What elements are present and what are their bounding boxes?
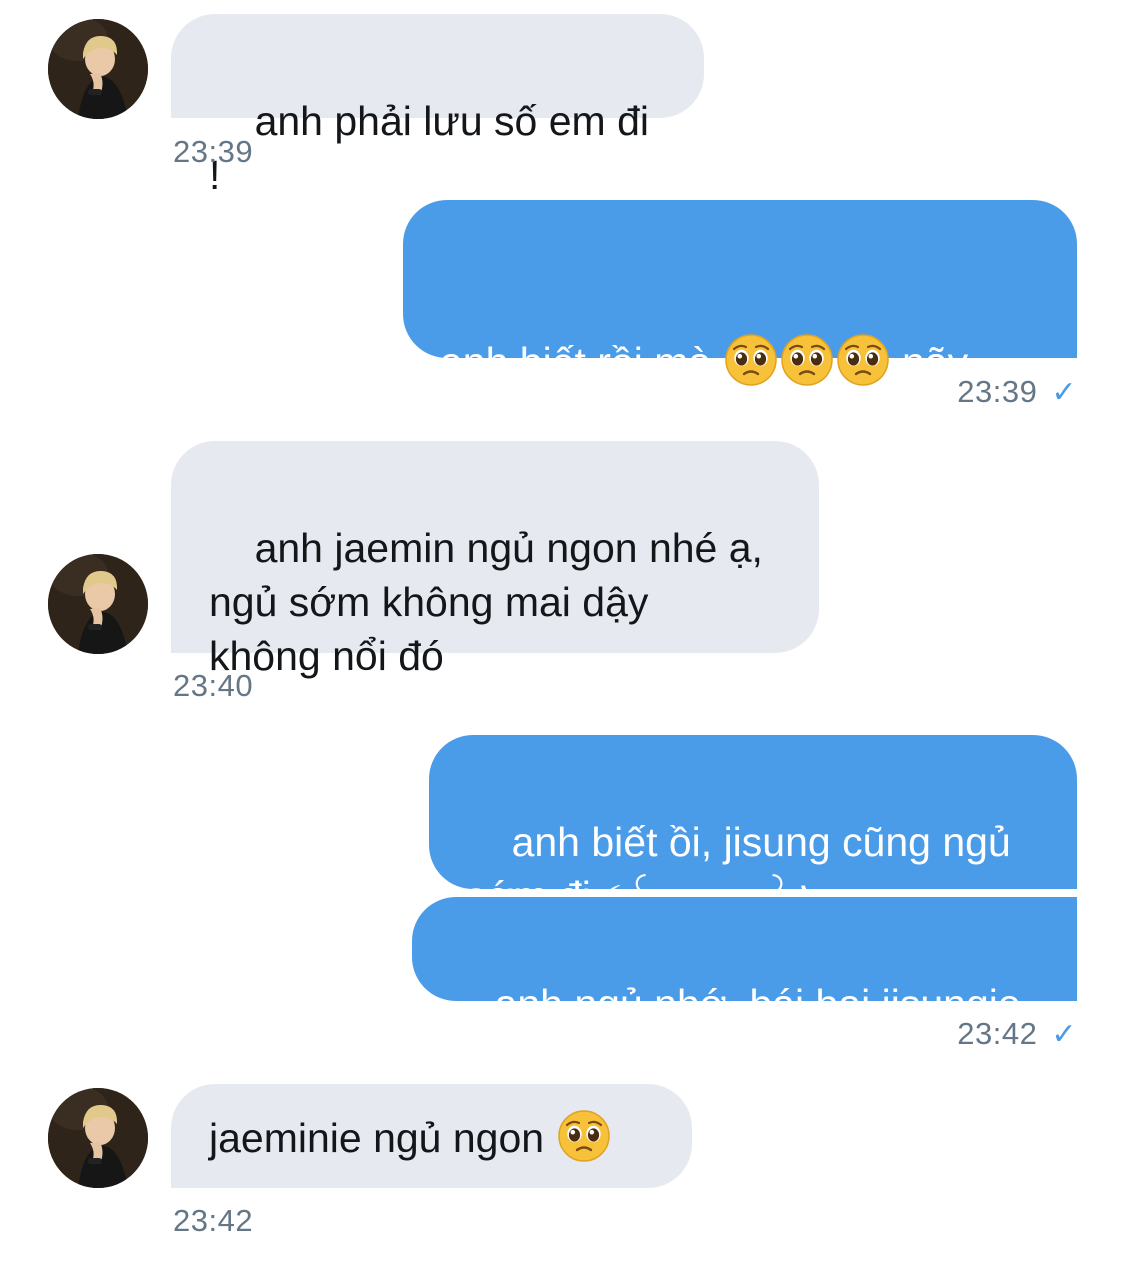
- conversation-thread: anh phải lưu số em đi ! 23:39 anh biết r…: [0, 0, 1125, 1274]
- contact-avatar[interactable]: [48, 19, 148, 119]
- message-text: jaeminie ngủ ngon: [209, 1115, 545, 1161]
- outgoing-message-bubble[interactable]: anh biết rồi mà nãy anh quênn: [403, 200, 1077, 547]
- message-text: anh phải lưu số em đi !: [209, 98, 661, 198]
- message-line-1: anh biết rồi mà nãy: [440, 334, 1039, 389]
- message-timestamp: 23:40: [173, 668, 254, 703]
- message-timestamp-row: 23:42 ✓: [957, 1016, 1077, 1053]
- pleading-face-icon: [725, 334, 777, 386]
- message-text: anh biết rồi mà: [440, 339, 712, 385]
- pleading-face-icon: [837, 334, 889, 386]
- outgoing-message-bubble[interactable]: anh ngủ nhớ, bái bai jisungie: [412, 897, 1077, 1027]
- pleading-face-icon: [781, 334, 833, 386]
- contact-avatar[interactable]: [48, 554, 148, 654]
- pleading-face-icon: [558, 1110, 610, 1162]
- avatar-image: [48, 1088, 148, 1188]
- message-timestamp: 23:42: [957, 1016, 1038, 1051]
- sent-check-icon: ✓: [1051, 1018, 1077, 1051]
- message-timestamp: 23:39: [173, 134, 254, 169]
- contact-avatar[interactable]: [48, 1088, 148, 1188]
- outgoing-message-bubble[interactable]: anh biết ồi, jisung cũng ngủ sớm đi ૮꒰ ˶…: [429, 735, 1077, 919]
- message-timestamp: 23:42: [173, 1203, 254, 1238]
- message-timestamp-row: 23:39 ✓: [957, 374, 1077, 411]
- incoming-message-bubble[interactable]: anh phải lưu số em đi !: [171, 14, 704, 198]
- avatar-image: [48, 19, 148, 119]
- sent-check-icon: ✓: [1051, 376, 1077, 409]
- message-timestamp: 23:39: [957, 374, 1038, 409]
- message-text: anh ngủ nhớ, bái bai jisungie: [494, 981, 1021, 1027]
- incoming-message-bubble[interactable]: jaeminie ngủ ngon: [171, 1084, 692, 1188]
- avatar-image: [48, 554, 148, 654]
- incoming-message-bubble[interactable]: anh jaemin ngủ ngon nhé ạ, ngủ sớm không…: [171, 441, 819, 679]
